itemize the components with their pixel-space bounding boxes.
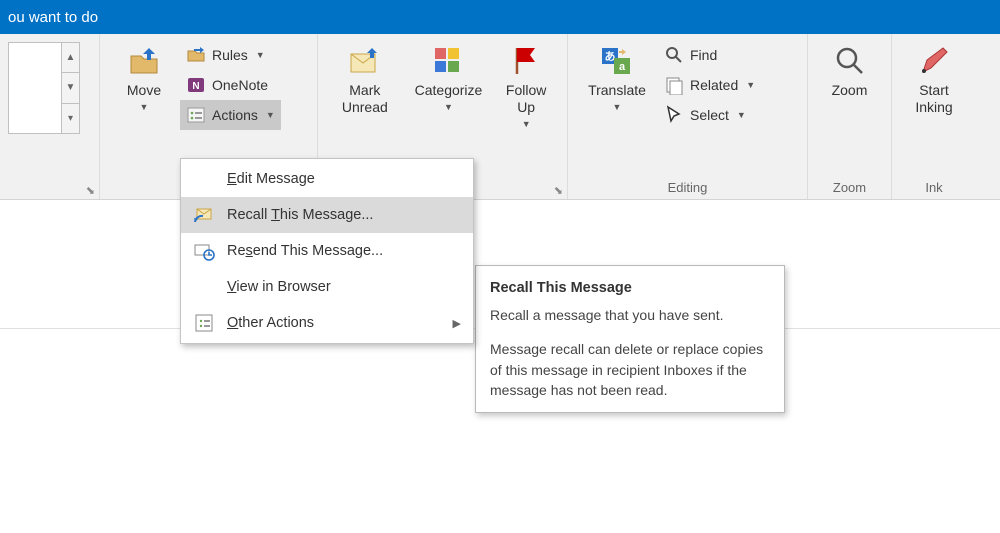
select-label: Select bbox=[690, 107, 729, 123]
zoom-button[interactable]: Zoom bbox=[816, 38, 883, 103]
menu-edit-message[interactable]: Edit Message bbox=[181, 161, 473, 197]
categorize-icon bbox=[431, 44, 465, 78]
menu-view-in-browser[interactable]: View in Browser bbox=[181, 269, 473, 305]
actions-label: Actions bbox=[212, 107, 258, 123]
translate-icon: あa bbox=[600, 44, 634, 78]
search-icon bbox=[664, 45, 684, 65]
dialog-launcher-icon[interactable]: ⬊ bbox=[86, 184, 95, 197]
related-icon bbox=[664, 75, 684, 95]
editing-group-label: Editing bbox=[576, 179, 799, 197]
ribbon: ▲ ▼ ▾ ⬊ Move ▼ bbox=[0, 34, 1000, 200]
menu-item-label: Recall This Message... bbox=[227, 207, 373, 223]
styles-gallery[interactable]: ▲ ▼ ▾ bbox=[8, 42, 80, 134]
zoom-group-label: Zoom bbox=[816, 179, 883, 197]
ink-group-label: Ink bbox=[900, 179, 968, 197]
title-text: ou want to do bbox=[8, 9, 98, 26]
dropdown-icon: ▼ bbox=[746, 80, 755, 90]
styles-group: ▲ ▼ ▾ ⬊ bbox=[0, 34, 100, 199]
rules-icon bbox=[186, 45, 206, 65]
pen-icon bbox=[917, 44, 951, 78]
onenote-button[interactable]: N OneNote bbox=[180, 70, 281, 100]
blank-icon bbox=[193, 168, 215, 190]
menu-recall-message[interactable]: Recall This Message... bbox=[181, 197, 473, 233]
envelope-icon bbox=[348, 44, 382, 78]
dialog-launcher-icon[interactable]: ⬊ bbox=[554, 184, 563, 197]
zoom-group: Zoom Zoom bbox=[808, 34, 892, 199]
mark-unread-button[interactable]: Mark Unread bbox=[326, 38, 404, 120]
resend-icon bbox=[193, 240, 215, 262]
rules-label: Rules bbox=[212, 47, 248, 63]
onenote-label: OneNote bbox=[212, 77, 268, 93]
dropdown-icon: ▼ bbox=[140, 99, 149, 116]
move-label: Move bbox=[127, 82, 161, 99]
categorize-button[interactable]: Categorize ▼ bbox=[404, 38, 494, 120]
menu-item-label: View in Browser bbox=[227, 279, 331, 295]
follow-up-button[interactable]: Follow Up ▼ bbox=[493, 38, 559, 137]
dropdown-icon: ▼ bbox=[256, 50, 265, 60]
start-inking-button[interactable]: Start Inking bbox=[900, 38, 968, 120]
editing-group: あa Translate ▼ Find Related ▼ bbox=[568, 34, 808, 199]
cursor-icon bbox=[664, 105, 684, 125]
find-label: Find bbox=[690, 47, 717, 63]
rules-button[interactable]: Rules ▼ bbox=[180, 40, 281, 70]
flag-icon bbox=[509, 44, 543, 78]
follow-up-label: Follow Up bbox=[499, 82, 553, 116]
onenote-icon: N bbox=[186, 75, 206, 95]
menu-item-label: Other Actions bbox=[227, 315, 314, 331]
svg-text:あ: あ bbox=[605, 50, 616, 63]
actions-button[interactable]: Actions ▼ bbox=[180, 100, 281, 130]
dropdown-icon: ▼ bbox=[266, 110, 275, 120]
menu-item-label: Resend This Message... bbox=[227, 243, 383, 259]
gallery-down-icon[interactable]: ▼ bbox=[62, 73, 79, 103]
tooltip-text: Recall a message that you have sent. bbox=[490, 305, 770, 325]
other-actions-icon bbox=[193, 312, 215, 334]
folder-move-icon bbox=[127, 44, 161, 78]
svg-text:a: a bbox=[619, 61, 626, 73]
tooltip-recall-message: Recall This Message Recall a message tha… bbox=[475, 265, 785, 413]
blank-icon bbox=[193, 276, 215, 298]
translate-button[interactable]: あa Translate ▼ bbox=[576, 38, 658, 120]
menu-other-actions[interactable]: Other Actions ▶ bbox=[181, 305, 473, 341]
select-button[interactable]: Select ▼ bbox=[658, 100, 761, 130]
menu-resend-message[interactable]: Resend This Message... bbox=[181, 233, 473, 269]
gallery-up-icon[interactable]: ▲ bbox=[62, 43, 79, 73]
actions-icon bbox=[186, 105, 206, 125]
related-label: Related bbox=[690, 77, 738, 93]
window-titlebar: ou want to do bbox=[0, 0, 1000, 34]
categorize-label: Categorize bbox=[415, 82, 483, 99]
dropdown-icon: ▼ bbox=[522, 116, 531, 133]
dropdown-icon: ▼ bbox=[737, 110, 746, 120]
magnifier-icon bbox=[833, 44, 867, 78]
tooltip-text: Message recall can delete or replace cop… bbox=[490, 339, 770, 400]
zoom-label: Zoom bbox=[832, 82, 868, 99]
submenu-arrow-icon: ▶ bbox=[453, 317, 461, 330]
find-button[interactable]: Find bbox=[658, 40, 761, 70]
tooltip-title: Recall This Message bbox=[490, 278, 770, 299]
recall-icon bbox=[193, 204, 215, 226]
start-inking-label: Start Inking bbox=[906, 82, 962, 116]
move-button[interactable]: Move ▼ bbox=[108, 38, 180, 120]
dropdown-icon: ▼ bbox=[613, 99, 622, 116]
dropdown-icon: ▼ bbox=[444, 99, 453, 116]
ink-group: Start Inking Ink bbox=[892, 34, 976, 199]
gallery-more-icon[interactable]: ▾ bbox=[62, 104, 79, 133]
menu-item-label: Edit Message bbox=[227, 171, 315, 187]
translate-label: Translate bbox=[588, 82, 646, 99]
svg-text:N: N bbox=[192, 81, 199, 92]
actions-dropdown-menu: Edit Message Recall This Message... Rese… bbox=[180, 158, 474, 344]
mark-unread-label: Mark Unread bbox=[332, 82, 398, 116]
related-button[interactable]: Related ▼ bbox=[658, 70, 761, 100]
